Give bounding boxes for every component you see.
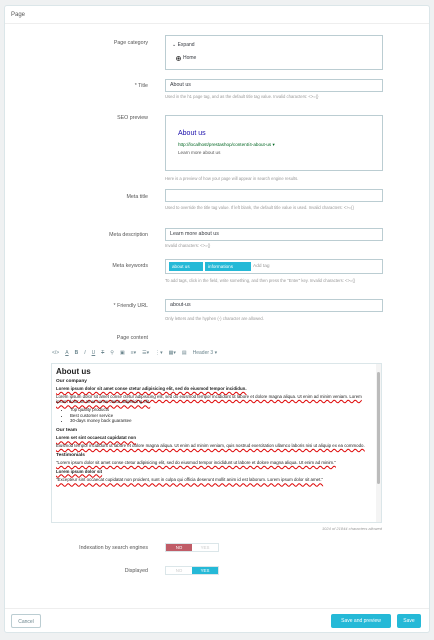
strikethrough-icon[interactable]: T [101,350,104,356]
editor-team-text: Eiusmod tempor incididunt ut labore et d… [56,442,365,448]
editor-heading: About us [56,367,91,376]
title-input[interactable]: About us [165,79,383,92]
title-label: * Title [134,83,148,89]
number-list-icon[interactable]: ⋮▾ [155,350,163,356]
meta-keywords-input[interactable]: about us informations Add tag [165,259,383,274]
caret-down-icon: ▾ [272,142,275,147]
title-help: Used in the h1 page tag, and as the defa… [165,94,319,99]
bullet-list-icon[interactable]: ☰▾ [142,350,149,356]
indexation-switch[interactable]: NO YES [165,543,219,552]
footer-divider [5,608,429,609]
image-icon[interactable]: ▣ [120,350,125,356]
save-and-preview-button[interactable]: Save and preview [331,614,391,628]
editor-quote-2: "Excepteur sint occaecat cupidatat non p… [56,477,324,483]
media-icon[interactable]: ▤ [182,350,187,356]
add-tag-placeholder[interactable]: Add tag [253,264,270,269]
editor-company-lead: Lorem ipsum dolor sit amet conse ctetur … [56,386,247,392]
code-icon[interactable]: </> [52,350,59,356]
editor-quote-1-author: Lorem ipsum dolor sit [56,468,103,474]
format-select[interactable]: Header 3 ▾ [193,350,217,356]
friendly-url-input[interactable]: about-us [165,299,383,312]
cancel-button[interactable]: Cancel [11,614,41,628]
seo-preview-label: SEO preview [117,115,148,121]
tag-informations[interactable]: informations [205,262,251,271]
seo-url: http://localhost/prestashop/content/4-ab… [178,142,275,147]
displayed-label: Displayed [124,568,148,574]
panel-title: Page [5,6,429,24]
category-home[interactable]: Home [176,55,196,61]
list-item: 30-days money back guarantee [70,418,373,424]
category-tree: ⌄ Expand Home [165,35,383,70]
content-editor[interactable]: About us Our company Lorem ipsum dolor s… [51,363,382,523]
link-icon[interactable]: ⚲ [110,350,114,356]
expand-link[interactable]: ⌄ Expand [172,42,195,48]
indexation-no[interactable]: NO [166,544,192,551]
friendly-url-help: Only letters and the hyphen (-) characte… [165,316,264,321]
align-icon[interactable]: ≡▾ [131,350,136,356]
meta-description-help: Invalid characters: <>={} [165,243,211,248]
editor-team-heading: Our team [56,427,78,433]
text-color-icon[interactable]: A [65,350,68,356]
scroll-thumb[interactable] [377,372,380,484]
editor-list: Top quality products Best customer servi… [56,407,373,424]
displayed-no[interactable]: NO [166,567,192,574]
meta-title-help: Used to override the title tag value. If… [165,205,354,210]
chevron-down-icon: ⌄ [172,42,177,48]
meta-title-input[interactable] [165,189,383,202]
editor-company-heading: Our company [56,378,87,384]
underline-icon[interactable]: U [92,350,96,356]
seo-title: About us [178,130,206,137]
italic-icon[interactable]: I [84,350,85,356]
tag-about-us[interactable]: about us [169,262,203,271]
save-button[interactable]: Save [397,614,421,628]
friendly-url-label: * Friendly URL [113,303,148,309]
page-category-label: Page category [113,40,148,46]
radio-selected-icon[interactable] [176,55,181,61]
seo-help: Here is a preview of how your page will … [165,176,299,181]
character-counter: 1024 of 21844 characters allowed [321,526,382,531]
displayed-yes[interactable]: YES [192,567,218,574]
meta-keywords-help: To add tags, click in the field, write s… [165,278,356,283]
editor-testimonials-heading: Testimonials [56,452,85,458]
meta-description-label: Meta description [109,232,148,238]
displayed-switch[interactable]: NO YES [165,566,219,575]
meta-title-label: Meta title [126,194,149,200]
seo-description: Learn more about us [178,150,221,155]
meta-keywords-label: Meta keywords [112,263,148,269]
editor-company-text: Lorem ipsum dolor sit amet conse ctetur … [56,393,362,405]
chevron-down-icon: ▾ [214,350,218,356]
editor-toolbar: </> A B I U T ⚲ ▣ ≡▾ ☰▾ ⋮▾ ▦▾ ▤ Header 3… [50,345,382,361]
bold-icon[interactable]: B [75,350,79,356]
editor-team-lead: Lorem set sint occaecat cupidatat non [56,435,137,441]
editor-scrollbar[interactable] [376,364,381,522]
indexation-label: Indexation by search engines [79,545,148,551]
seo-preview: About us http://localhost/prestashop/con… [165,115,383,171]
indexation-yes[interactable]: YES [192,544,218,551]
table-icon[interactable]: ▦▾ [169,350,176,356]
meta-description-input[interactable]: Learn more about us [165,228,383,241]
editor-quote-1: "Lorem ipsum dolor sit amet conse ctetur… [56,460,336,466]
page-content-label: Page content [116,335,148,341]
